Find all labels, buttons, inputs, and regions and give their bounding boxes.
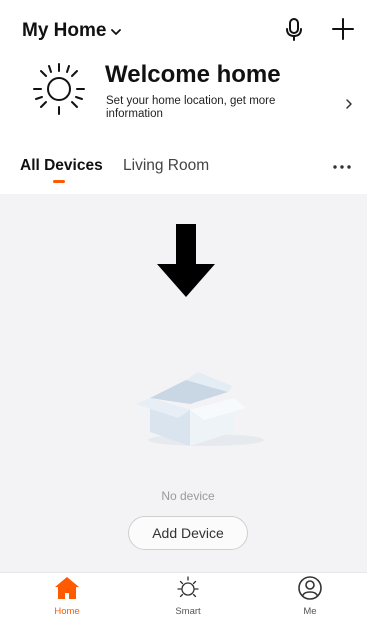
home-icon — [55, 577, 79, 599]
home-switcher[interactable]: My Home — [22, 20, 122, 42]
microphone-icon[interactable] — [282, 17, 306, 43]
user-icon — [298, 576, 322, 600]
chevron-right-icon[interactable] — [342, 96, 356, 112]
arrow-down-icon — [157, 224, 215, 297]
nav-me-label: Me — [303, 606, 317, 617]
empty-state-message: No device — [161, 489, 215, 503]
nav-me[interactable]: Me — [280, 575, 340, 617]
welcome-title: Welcome home — [105, 61, 281, 88]
nav-home-label: Home — [54, 606, 80, 617]
tab-all-devices[interactable]: All Devices — [20, 157, 103, 175]
sun-outline-icon — [177, 576, 199, 598]
tab-living-room[interactable]: Living Room — [123, 157, 209, 175]
nav-smart[interactable]: Smart — [158, 575, 218, 617]
nav-smart-label: Smart — [175, 606, 201, 617]
empty-box-illustration — [136, 372, 264, 446]
welcome-subtitle: Set your home location, get more informa… — [106, 95, 276, 120]
active-tab-indicator — [53, 180, 65, 183]
plus-icon[interactable] — [330, 16, 356, 42]
chevron-down-icon — [111, 28, 122, 35]
add-device-button[interactable]: Add Device — [128, 516, 248, 550]
nav-home[interactable]: Home — [37, 575, 97, 617]
sun-icon — [33, 63, 85, 115]
home-title: My Home — [22, 20, 107, 41]
more-horizontal-icon[interactable] — [330, 160, 354, 174]
